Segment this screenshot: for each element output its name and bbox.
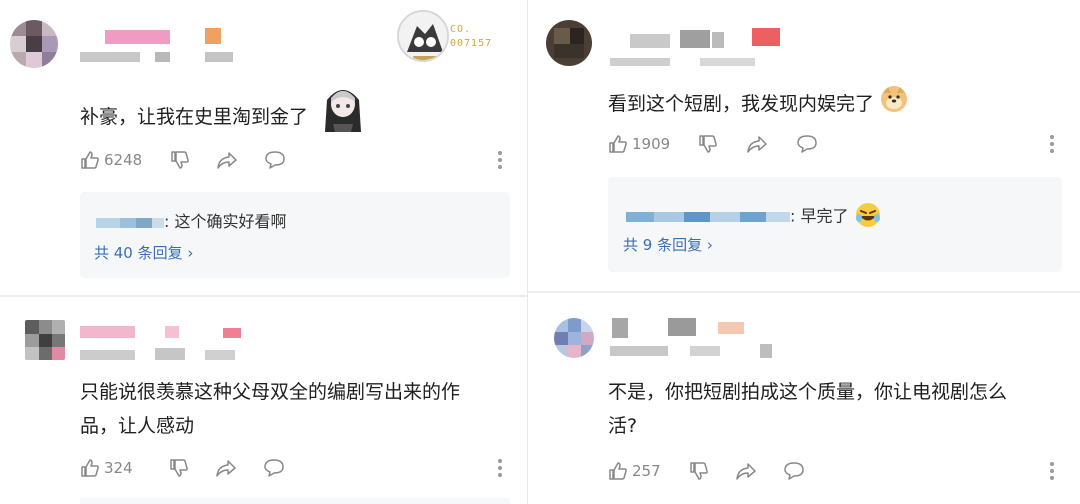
share-button[interactable] <box>216 150 238 170</box>
more-icon[interactable] <box>497 459 503 479</box>
more-icon[interactable] <box>497 151 503 171</box>
reply-username-blurred <box>96 217 120 228</box>
view-replies-link[interactable]: 共 9 条回复 › <box>623 234 713 255</box>
thumbs-up-icon <box>608 134 628 154</box>
action-bar: 6248 <box>80 147 286 173</box>
reply-username-blurred <box>626 212 654 222</box>
badge-avatar-icon <box>397 10 449 62</box>
action-bar: 257 <box>608 458 805 484</box>
anime-girl-sticker <box>321 80 365 132</box>
reply-preview-edge <box>80 498 510 504</box>
comment-icon <box>796 134 818 154</box>
share-button[interactable] <box>746 134 768 154</box>
like-count: 257 <box>632 462 661 480</box>
comment-body: 看到这个短剧，我发现内娱完了 <box>608 93 875 115</box>
comment-body-line-2: 活? <box>608 415 638 437</box>
thumbs-up-icon <box>80 458 100 478</box>
comment-body: 补豪，让我在史里淘到金了 <box>80 106 309 128</box>
reply-line: : 早完了 <box>626 201 882 233</box>
reply-preview[interactable]: : 这个确实好看啊 共 40 条回复 › <box>80 192 510 278</box>
reply-button[interactable] <box>263 458 285 478</box>
thumbs-down-icon <box>689 461 709 481</box>
more-icon[interactable] <box>1049 135 1055 155</box>
share-icon <box>746 134 768 154</box>
thumbs-down-icon <box>169 458 189 478</box>
comment-icon <box>783 461 805 481</box>
badge-line-1: CO. <box>450 24 472 35</box>
comment-divider <box>528 291 1080 293</box>
comment-icon <box>264 150 286 170</box>
dislike-button[interactable] <box>689 461 709 481</box>
dislike-button[interactable] <box>169 458 189 478</box>
thumbs-up-icon <box>608 461 628 481</box>
action-bar: 324 <box>80 455 285 481</box>
dislike-button[interactable] <box>698 134 718 154</box>
avatar[interactable] <box>554 318 594 358</box>
share-button[interactable] <box>735 461 757 481</box>
like-button[interactable]: 257 <box>608 461 661 481</box>
badge-line-2: 007157 <box>450 38 493 49</box>
like-count: 1909 <box>632 135 671 153</box>
dislike-button[interactable] <box>170 150 190 170</box>
avatar[interactable] <box>25 320 65 360</box>
column-divider <box>527 0 528 504</box>
like-count: 6248 <box>104 151 143 169</box>
comment-body-line-1: 不是，你把短剧拍成这个质量，你让电视剧怎么 <box>608 381 1008 403</box>
reply-button[interactable] <box>264 150 286 170</box>
share-icon <box>215 458 237 478</box>
view-replies-link[interactable]: 共 40 条回复 › <box>94 242 193 263</box>
share-button[interactable] <box>215 458 237 478</box>
comment-body-line-2: 品，让人感动 <box>80 415 195 437</box>
reply-button[interactable] <box>796 134 818 154</box>
reply-preview[interactable]: : 早完了 共 9 条回复 › <box>608 177 1062 272</box>
comment-body-line-1: 只能说很羡慕这种父母双全的编剧写出来的作 <box>80 381 461 403</box>
comment-divider <box>0 295 527 297</box>
like-button[interactable]: 324 <box>80 458 133 478</box>
avatar[interactable] <box>546 20 592 66</box>
comment-text: 不是，你把短剧拍成这个质量，你让电视剧怎么 活? <box>608 375 1058 443</box>
reply-button[interactable] <box>783 461 805 481</box>
reply-text: : 这个确实好看啊 <box>164 212 287 231</box>
like-count: 324 <box>104 459 133 477</box>
comment-text: 看到这个短剧，我发现内娱完了 <box>608 85 1028 124</box>
avatar[interactable] <box>10 20 58 68</box>
thumbs-up-icon <box>80 150 100 170</box>
like-button[interactable]: 1909 <box>608 134 670 154</box>
more-icon[interactable] <box>1049 462 1055 482</box>
share-icon <box>216 150 238 170</box>
thumbs-down-icon <box>698 134 718 154</box>
comment-icon <box>263 458 285 478</box>
share-icon <box>735 461 757 481</box>
user-badge: CO. 007157 <box>397 10 497 64</box>
doge-emoji <box>880 85 908 124</box>
thumbs-down-icon <box>170 150 190 170</box>
comment-text: 只能说很羡慕这种父母双全的编剧写出来的作 品，让人感动 <box>80 375 500 443</box>
reply-text: : 早完了 <box>790 206 849 226</box>
laughing-crying-emoji <box>854 201 882 233</box>
action-bar: 1909 <box>608 131 818 157</box>
reply-line: : 这个确实好看啊 <box>96 208 286 232</box>
like-button[interactable]: 6248 <box>80 150 142 170</box>
